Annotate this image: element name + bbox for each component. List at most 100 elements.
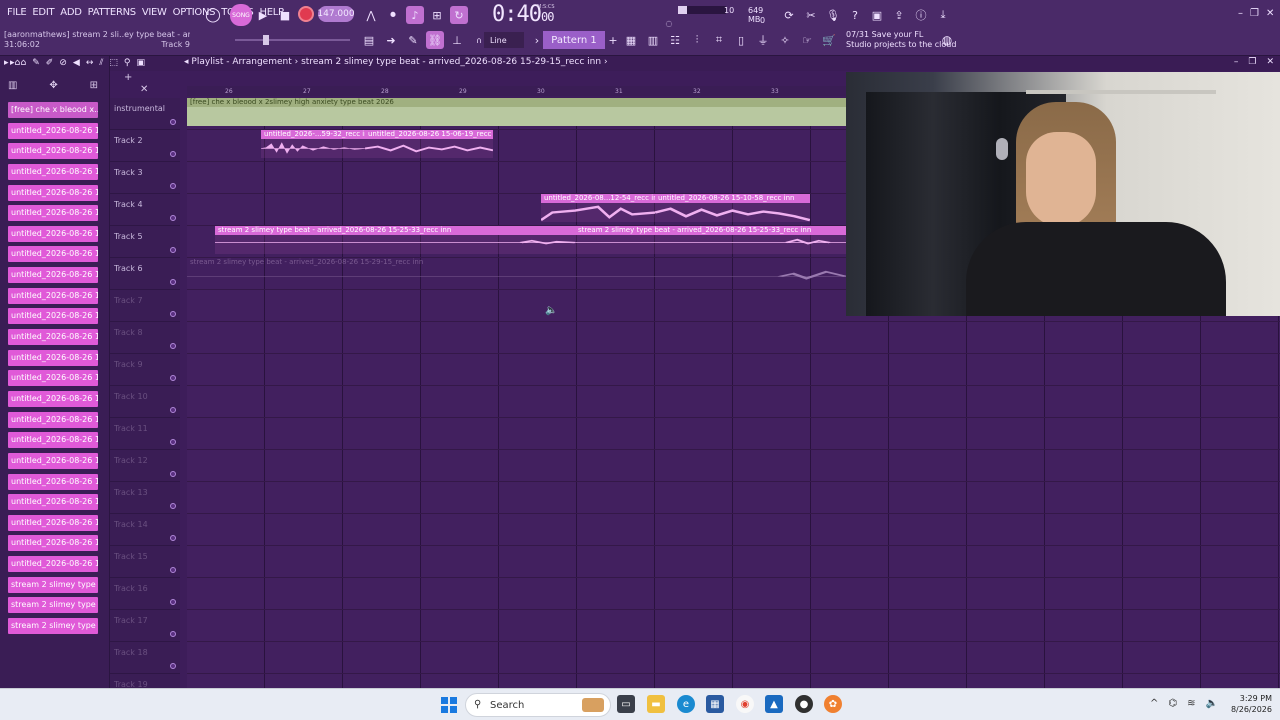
playlist-add-icon[interactable]: + (124, 72, 132, 83)
clip-track2-b[interactable]: untitled_2026-08-26 15-06-19_recc inn (365, 130, 493, 158)
menu-file[interactable]: FILE (4, 7, 29, 18)
track-header[interactable]: Track 9 (110, 354, 180, 386)
save-icon[interactable]: ▣ (868, 6, 886, 24)
volume-icon[interactable]: 🔈 (1206, 698, 1218, 709)
chevron-up-icon[interactable]: ^ (1150, 698, 1158, 709)
track-header[interactable]: Track 2 (110, 130, 180, 162)
cpu-knob-icon[interactable]: ◯ (204, 6, 222, 24)
wifi-icon[interactable]: ≋ (1187, 698, 1195, 709)
menu-add[interactable]: ADD (57, 7, 84, 18)
track-mute-icon[interactable] (170, 599, 176, 605)
zoom-tool-icon[interactable]: ⚲ (124, 58, 131, 68)
browser-clip-item[interactable]: untitled_2026-08-26 15-... (8, 411, 98, 428)
mixer-icon[interactable]: ☷ (666, 31, 684, 49)
browser-clip-item[interactable]: untitled_2026-08-26 14-... (8, 205, 98, 222)
snap-select[interactable]: Line (484, 32, 524, 48)
browser-clip-item[interactable]: stream 2 slimey type bea... (8, 597, 98, 614)
browser-clip-item[interactable]: untitled_2026-08-26 15-... (8, 349, 98, 366)
minimize-icon[interactable]: – (1238, 8, 1243, 19)
add-pattern-icon[interactable]: + (604, 31, 622, 49)
mute-tool-icon[interactable]: ◀ (73, 58, 80, 68)
menu-view[interactable]: VIEW (139, 7, 170, 18)
export-icon[interactable]: ⇪ (890, 6, 908, 24)
browser-clip-item[interactable]: untitled_2026-08-26 14-... (8, 267, 98, 284)
track-header[interactable]: Track 17 (110, 610, 180, 642)
file-icon[interactable]: ▯ (732, 31, 750, 49)
browser-clip-item[interactable]: untitled_2026-08-26 14-... (8, 287, 98, 304)
track-mute-icon[interactable] (170, 503, 176, 509)
browser-clip-item[interactable]: untitled_2026-08-26 15-... (8, 535, 98, 552)
tempo-display[interactable]: 147.000 (317, 6, 355, 22)
browser-clip-item[interactable]: untitled_2026-08-26 15-... (8, 390, 98, 407)
track-mute-icon[interactable] (170, 375, 176, 381)
track-mute-icon[interactable] (170, 407, 176, 413)
track-header[interactable]: Track 3 (110, 162, 180, 194)
plugin-icon[interactable]: ⌗ (710, 31, 728, 49)
track-mute-icon[interactable] (170, 183, 176, 189)
taskview-icon[interactable]: ▭ (617, 695, 635, 713)
track-mute-icon[interactable] (170, 439, 176, 445)
master-volume-slider[interactable] (235, 35, 350, 45)
track-mute-icon[interactable] (170, 279, 176, 285)
faders-icon[interactable]: ⫶ (688, 31, 706, 49)
playlist-restore-icon[interactable]: ❐ (1248, 57, 1256, 67)
stop-icon[interactable]: ■ (276, 6, 294, 24)
channel-rack-icon[interactable]: ▥ (644, 31, 662, 49)
arrow-icon[interactable]: ➜ (382, 31, 400, 49)
track-header[interactable]: Track 10 (110, 386, 180, 418)
step-edit-icon[interactable]: ⊞ (428, 6, 446, 24)
obs-icon[interactable]: ● (795, 695, 813, 713)
browser-clip-item[interactable]: [free] che x bleood x... (8, 102, 98, 118)
slice-tool-icon[interactable]: ⫽ (99, 58, 103, 68)
clip-track6[interactable]: stream 2 slimey type beat - arrived_2026… (187, 258, 846, 286)
browser-clip-item[interactable]: stream 2 slimey type bea... (8, 576, 98, 593)
globe-icon[interactable]: ◍ (938, 31, 956, 49)
timeline-ruler[interactable]: 26 27 28 29 30 31 32 33 (187, 86, 846, 96)
playlist-minimize-icon[interactable]: – (1234, 57, 1239, 67)
store-icon[interactable]: ▦ (706, 695, 724, 713)
clock[interactable]: 3:29 PM 8/26/2026 (1231, 693, 1272, 715)
taskbar-search[interactable]: ⚲ Search (465, 693, 611, 717)
track-header[interactable]: Track 12 (110, 450, 180, 482)
track-header[interactable]: Track 11 (110, 418, 180, 450)
track-mute-icon[interactable] (170, 663, 176, 669)
info-icon[interactable]: ⓘ (912, 6, 930, 24)
browser-clip-item[interactable]: untitled_2026-08-26 14-... (8, 143, 98, 160)
track-mute-icon[interactable] (170, 631, 176, 637)
browser-clip-item[interactable]: untitled_2026-08-26 15-... (8, 514, 98, 531)
playlist-icon[interactable]: ▦ (622, 31, 640, 49)
track-mute-icon[interactable] (170, 567, 176, 573)
piano-icon[interactable]: ▤ (360, 31, 378, 49)
snap-icon[interactable]: ⌂ (21, 58, 27, 68)
stamp-icon[interactable]: ⊥ (448, 31, 466, 49)
clip-track4-a[interactable]: untitled_2026-08...12-54_recc inn (541, 194, 655, 222)
track-mute-icon[interactable] (170, 119, 176, 125)
library-icon[interactable]: ▥ (8, 80, 17, 91)
help-icon[interactable]: ? (846, 6, 864, 24)
slip-tool-icon[interactable]: ↔ (86, 58, 94, 68)
browser-clip-item[interactable]: untitled_2026-08-26 14-... (8, 184, 98, 201)
browser-clip-item[interactable]: untitled_2026-08-26 15-... (8, 370, 98, 387)
browser-clip-item[interactable]: untitled_2026-08-26 15-... (8, 432, 98, 449)
track-header[interactable]: instrumental (110, 98, 180, 130)
track-mute-icon[interactable] (170, 343, 176, 349)
track-mute-icon[interactable] (170, 535, 176, 541)
grid-icon[interactable]: ⊞ (90, 80, 98, 91)
download-icon[interactable]: ⤓ (934, 6, 952, 24)
countdown-icon[interactable]: ♪ (406, 6, 424, 24)
play-icon[interactable]: ▶ (254, 6, 272, 24)
track-mute-icon[interactable] (170, 247, 176, 253)
clip-track4-b[interactable]: untitled_2026-08-26 15-10-58_recc inn (655, 194, 810, 222)
track-header[interactable]: Track 7 (110, 290, 180, 322)
delete-tool-icon[interactable]: ⊘ (59, 58, 67, 68)
menu-arrow-icon[interactable]: ▸ (10, 58, 15, 68)
file-explorer-icon[interactable]: ▬ (647, 695, 665, 713)
track-header[interactable]: Track 4 (110, 194, 180, 226)
track-mute-icon[interactable] (170, 471, 176, 477)
menu-arrow-icon[interactable]: ▸ (4, 58, 9, 72)
clip-track5-a[interactable]: stream 2 slimey type beat - arrived_2026… (215, 226, 575, 254)
pencil-tool-icon[interactable]: ✎ (32, 58, 40, 68)
pattern-select[interactable]: Pattern 1 (543, 31, 605, 49)
track-header[interactable]: Track 5 (110, 226, 180, 258)
track-header[interactable]: Track 8 (110, 322, 180, 354)
